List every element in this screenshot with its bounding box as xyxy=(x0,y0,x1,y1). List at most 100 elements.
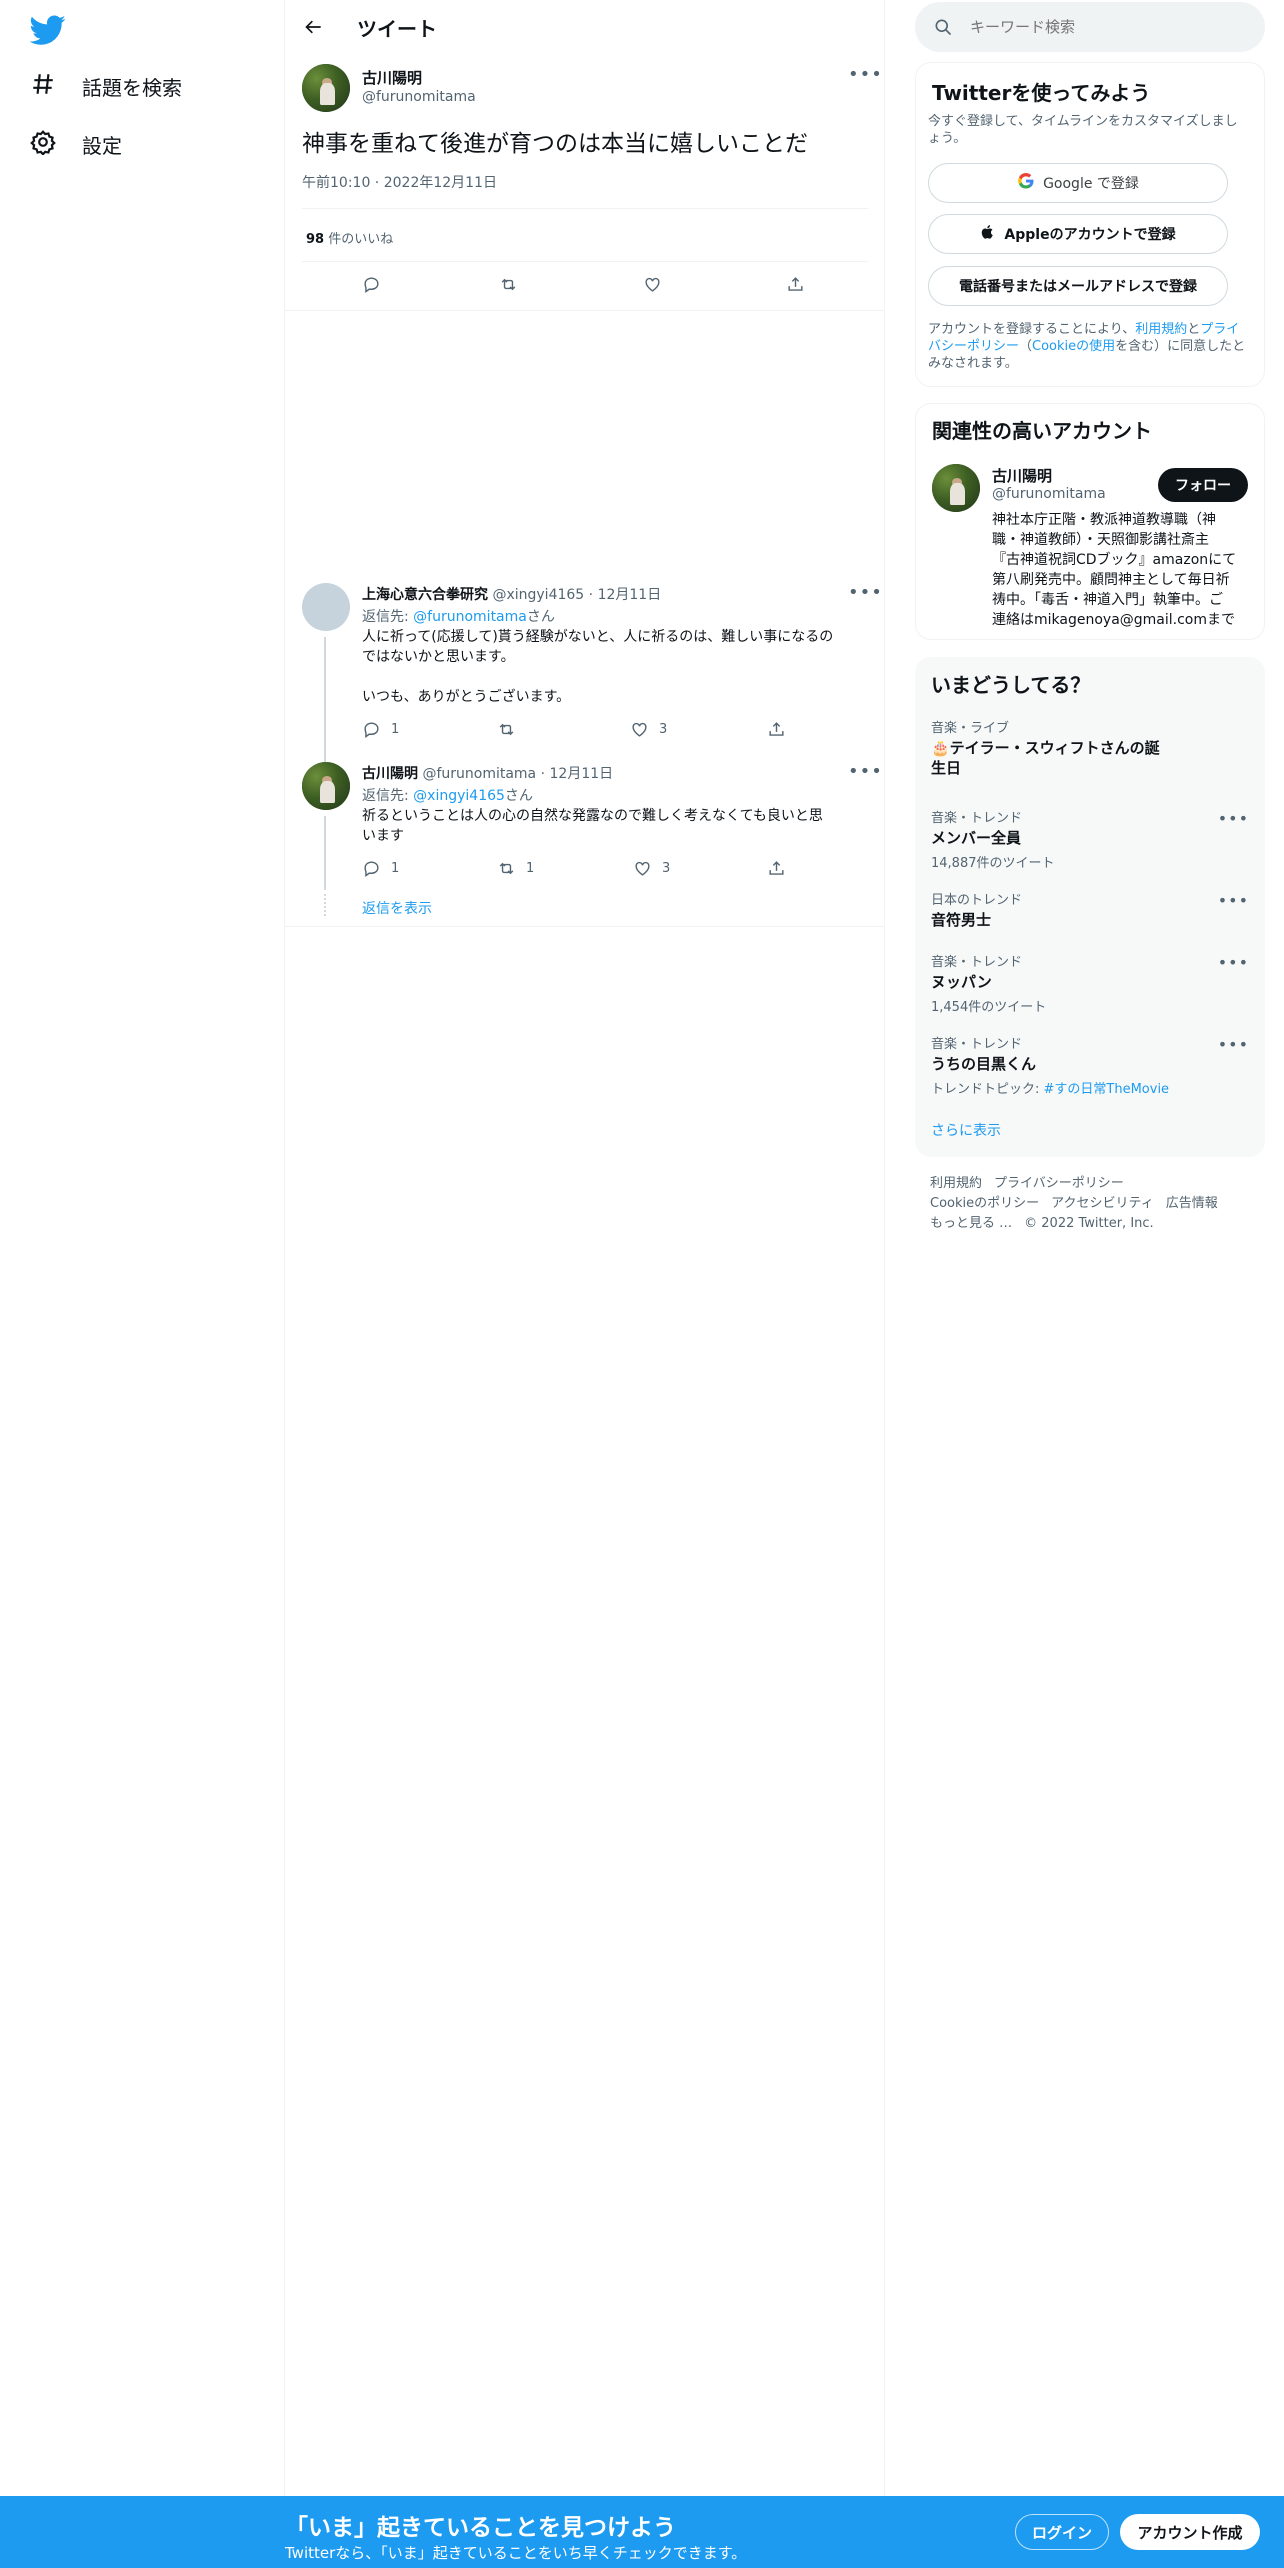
terms-text: みなされます。 xyxy=(928,356,1018,371)
tweet-date: 2022年12月11日 xyxy=(383,175,497,191)
search-box[interactable] xyxy=(915,2,1265,52)
more-icon[interactable]: ••• xyxy=(1218,891,1249,910)
reply-author-name[interactable]: 古川陽明 xyxy=(362,766,418,782)
avatar[interactable] xyxy=(302,762,350,810)
terms-text: と xyxy=(1187,322,1201,337)
related-accounts-card: 関連性の高いアカウント 古川陽明 @furunomitama フォロー 神社本庁… xyxy=(915,403,1265,640)
show-more-trends[interactable]: さらに表示 xyxy=(931,1120,1001,1140)
more-icon[interactable]: ••• xyxy=(1218,953,1249,972)
retweet-button[interactable]: 1 xyxy=(497,859,534,878)
follow-button[interactable]: フォロー xyxy=(1158,468,1248,502)
footer-accessibility-link[interactable]: アクセシビリティ xyxy=(1051,1196,1154,1211)
twitter-bird-icon[interactable] xyxy=(29,12,66,48)
likes-count[interactable]: 98 件のいいね xyxy=(306,228,393,247)
more-icon[interactable]: ••• xyxy=(848,584,883,602)
apple-signup-button[interactable]: Appleのアカウントで登録 xyxy=(928,214,1228,254)
reply-to-suffix: さん xyxy=(504,788,533,804)
avatar[interactable] xyxy=(302,583,350,631)
footer-privacy-link[interactable]: プライバシーポリシー xyxy=(994,1176,1124,1191)
back-arrow-icon[interactable] xyxy=(299,12,329,42)
footer-links: 利用規約 プライバシーポリシー Cookieのポリシー アクセシビリティ 広告情報 も… xyxy=(930,1174,1230,1234)
apple-icon xyxy=(980,224,996,244)
reply-author-name[interactable]: 上海心意六合拳研究 xyxy=(362,587,488,603)
reply-text: 祈るということは人の心の自然な発露なので難しく考えなくても良いと思 います xyxy=(362,806,872,846)
bio-line: 祷中。「毒舌・神道入門」執筆中。ご xyxy=(992,592,1223,608)
cookie-link[interactable]: Cookieの使用 xyxy=(1032,339,1115,354)
share-button[interactable] xyxy=(767,720,786,739)
phone-signup-button[interactable]: 電話番号またはメールアドレスで登録 xyxy=(928,266,1228,306)
trend-item[interactable]: 日本のトレンド 音符男士 xyxy=(931,889,1251,930)
share-button[interactable] xyxy=(767,859,786,878)
left-nav: 話題を検索 設定 xyxy=(0,0,285,2568)
bottom-signup-bar: 「いま」起きていることを見つけよう Twitterなら、「いま」起きていることを… xyxy=(0,2496,1284,2568)
tweet-author-handle[interactable]: @furunomitama xyxy=(362,89,476,105)
bio-line: 神社本庁正階・教派神道教導職（神 xyxy=(992,512,1216,528)
related-handle[interactable]: @furunomitama xyxy=(992,486,1106,502)
reply-text-line: 人に祈って(応援して)貰う経験がないと、人に祈るのは、難しい事になるの xyxy=(362,629,834,645)
reply-author-handle[interactable]: @xingyi4165 xyxy=(492,587,584,603)
reply-button[interactable] xyxy=(362,275,381,294)
signup-card: Twitterを使ってみよう 今すぐ登録して、タイムラインをカスタマイズしまし … xyxy=(915,62,1265,387)
more-icon[interactable]: ••• xyxy=(848,763,883,781)
reply-author-handle[interactable]: @furunomitama xyxy=(422,766,536,782)
bio-line: 第八刷発売中。顧問神主として毎日祈 xyxy=(992,572,1230,588)
avatar[interactable] xyxy=(302,64,350,112)
like-button[interactable]: 3 xyxy=(630,720,667,739)
retweet-button[interactable] xyxy=(499,275,518,294)
share-icon xyxy=(788,277,803,291)
footer-more-link[interactable]: もっと見る … xyxy=(930,1216,1012,1231)
privacy-link[interactable]: プライ xyxy=(1200,322,1239,337)
reply-date[interactable]: 12月11日 xyxy=(550,766,614,782)
like-count: 3 xyxy=(659,722,668,737)
trend-name-line: 生日 xyxy=(931,759,962,777)
footer-ads-link[interactable]: 広告情報 xyxy=(1166,1196,1218,1211)
reply-to-link[interactable]: @furunomitama xyxy=(413,609,527,625)
footer-copyright: © 2022 Twitter, Inc. xyxy=(1024,1216,1154,1231)
reply-to-link[interactable]: @xingyi4165 xyxy=(413,788,505,804)
tweet-text: 神事を重ねて後進が育つのは本当に嬉しいことだ xyxy=(302,131,808,157)
trend-item[interactable]: 音楽・トレンド うちの目黒くん トレンドトピック: #すの日常TheMovie xyxy=(931,1033,1251,1097)
reply-to-suffix: さん xyxy=(526,609,555,625)
like-button[interactable] xyxy=(643,275,662,294)
login-button[interactable]: ログイン xyxy=(1015,2514,1109,2550)
terms-link[interactable]: 利用規約 xyxy=(1135,322,1187,337)
phone-signup-label: 電話番号またはメールアドレスで登録 xyxy=(959,279,1197,295)
reply-button[interactable]: 1 xyxy=(362,859,399,878)
trend-item[interactable]: 音楽・トレンド ヌッパン 1,454件のツイート xyxy=(931,951,1251,1015)
retweet-button[interactable] xyxy=(497,720,526,739)
tweet-author-name[interactable]: 古川陽明 xyxy=(362,67,422,88)
avatar[interactable] xyxy=(932,464,980,512)
search-input[interactable] xyxy=(970,2,1250,52)
related-name[interactable]: 古川陽明 xyxy=(992,465,1052,486)
more-icon[interactable]: ••• xyxy=(848,66,883,84)
nav-settings[interactable]: 設定 xyxy=(30,120,122,168)
reply-text-line: 祈るということは人の心の自然な発露なので難しく考えなくても良いと思 xyxy=(362,808,823,824)
nav-explore-label: 話題を検索 xyxy=(82,75,182,100)
google-signup-button[interactable]: Google で登録 xyxy=(928,163,1228,203)
share-button[interactable] xyxy=(786,275,805,294)
signup-subtitle: 今すぐ登録して、タイムラインをカスタマイズしまし ょう。 xyxy=(928,113,1253,147)
like-button[interactable]: 3 xyxy=(633,859,670,878)
footer-terms-link[interactable]: 利用規約 xyxy=(930,1176,982,1191)
related-bio: 神社本庁正階・教派神道教導職（神 職・神道教師）・天照御影講社斎主 『古神道祝詞… xyxy=(992,510,1252,630)
trend-name: メンバー全員 xyxy=(931,829,1022,847)
signup-subtitle-line: ょう。 xyxy=(928,131,967,146)
more-icon[interactable]: ••• xyxy=(1218,809,1249,828)
more-icon[interactable]: ••• xyxy=(1218,1035,1249,1054)
privacy-link[interactable]: バシーポリシー xyxy=(928,339,1019,354)
show-replies-link[interactable]: 返信を表示 xyxy=(362,898,432,918)
signup-button[interactable]: アカウント作成 xyxy=(1120,2514,1260,2550)
bio-line: 職・神道教師）・天照御影講社斎主 xyxy=(992,532,1209,548)
reply-date[interactable]: 12月11日 xyxy=(598,587,662,603)
page-title: ツイート xyxy=(357,17,437,41)
nav-explore[interactable]: 話題を検索 xyxy=(30,62,182,110)
signup-terms: アカウントを登録することにより、利用規約とプライ バシーポリシー（Cookieの… xyxy=(928,321,1258,372)
tweet-timestamp[interactable]: 午前10:10 · 2022年12月11日 xyxy=(302,172,497,192)
reply-button[interactable]: 1 xyxy=(362,720,399,739)
trend-name-line: 🎂テイラー・スウィフトさんの誕 xyxy=(931,739,1160,757)
retweet-icon xyxy=(499,723,514,736)
footer-cookie-link[interactable]: Cookieのポリシー xyxy=(930,1196,1039,1211)
trend-item[interactable]: 音楽・ライブ 🎂テイラー・スウィフトさんの誕 生日 xyxy=(931,717,1251,778)
trend-topic-link[interactable]: #すの日常TheMovie xyxy=(1044,1082,1170,1097)
trend-item[interactable]: 音楽・トレンド メンバー全員 14,887件のツイート xyxy=(931,807,1251,871)
